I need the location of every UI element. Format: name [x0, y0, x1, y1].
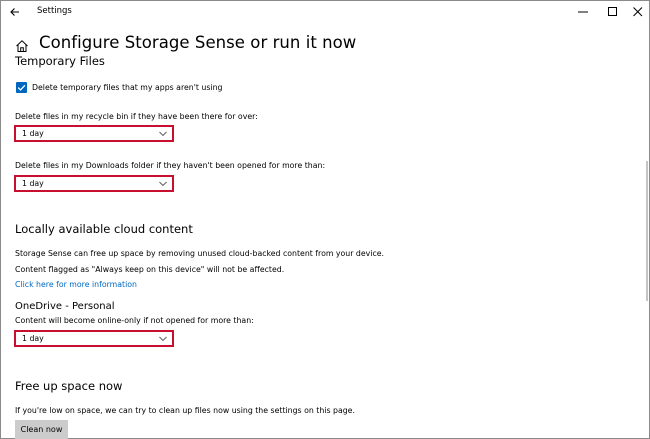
close-button[interactable]	[623, 1, 650, 23]
cloud-description: Storage Sense can free up space by remov…	[15, 249, 385, 258]
onedrive-label: Content will become online-only if not o…	[15, 316, 254, 325]
page-title: Configure Storage Sense or run it now	[39, 33, 357, 52]
onedrive-dropdown[interactable]: 1 day	[14, 330, 174, 347]
recycle-bin-label: Delete files in my recycle bin if they h…	[15, 112, 258, 121]
minimize-button[interactable]	[568, 1, 598, 23]
free-space-description: If you're low on space, we can try to cl…	[15, 406, 355, 415]
downloads-label: Delete files in my Downloads folder if t…	[15, 161, 326, 170]
downloads-value: 1 day	[22, 179, 44, 188]
free-space-heading: Free up space now	[15, 379, 123, 393]
chevron-down-icon	[159, 131, 167, 137]
clean-now-button[interactable]: Clean now	[15, 420, 68, 439]
chevron-down-icon	[159, 336, 167, 342]
delete-temp-files-label[interactable]: Delete temporary files that my apps aren…	[32, 83, 222, 92]
home-icon[interactable]	[15, 38, 29, 52]
maximize-icon	[608, 7, 617, 16]
scrollbar[interactable]	[646, 161, 648, 301]
recycle-bin-dropdown[interactable]: 1 day	[14, 125, 174, 142]
window-title: Settings	[37, 6, 72, 16]
cloud-content-heading: Locally available cloud content	[15, 222, 193, 236]
minimize-icon	[578, 11, 588, 13]
close-icon	[633, 7, 643, 17]
recycle-bin-value: 1 day	[22, 129, 44, 138]
title-bar: Settings	[1, 1, 649, 23]
checkmark-icon	[17, 84, 26, 91]
back-button[interactable]	[7, 4, 23, 20]
downloads-dropdown[interactable]: 1 day	[14, 175, 174, 192]
delete-temp-files-checkbox[interactable]	[16, 82, 27, 93]
temporary-files-heading: Temporary Files	[15, 54, 105, 68]
onedrive-value: 1 day	[22, 334, 44, 343]
chevron-down-icon	[159, 181, 167, 187]
cloud-keep-note: Content flagged as "Always keep on this …	[15, 265, 285, 274]
onedrive-heading: OneDrive - Personal	[15, 301, 115, 312]
more-info-link[interactable]: Click here for more information	[15, 280, 137, 289]
back-arrow-icon	[10, 8, 19, 16]
